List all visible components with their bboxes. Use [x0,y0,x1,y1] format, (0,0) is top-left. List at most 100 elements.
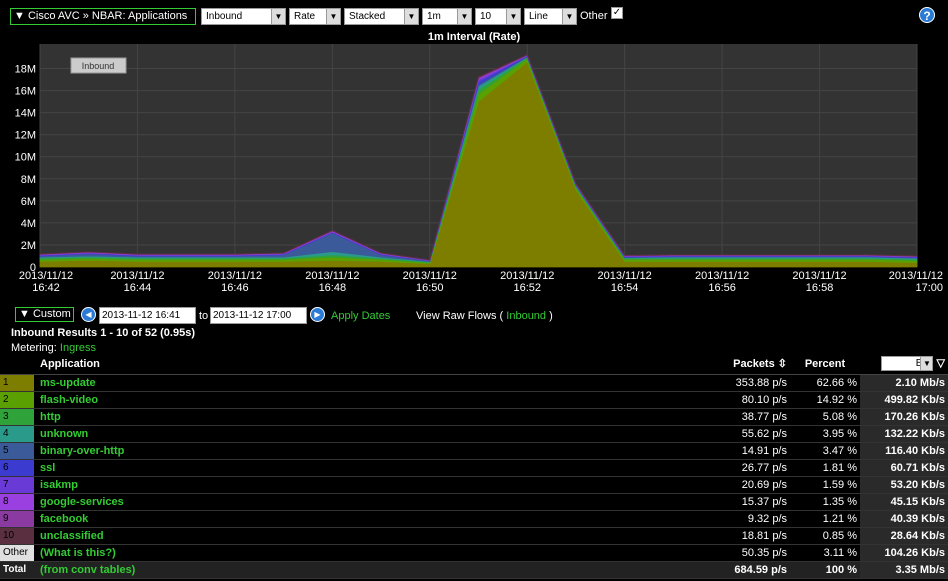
results-table: Application Packets ⇳ Percent Bits▼ ▽ 1m… [0,354,948,579]
y-tick-label: 14M [15,108,36,120]
percent-cell: 1.59 % [790,476,860,494]
y-tick-label: 16M [15,86,36,98]
x-tick-date: 2013/11/12 [305,270,359,282]
application-link[interactable]: google-services [34,493,695,511]
traffic-chart: 02M4M6M8M10M12M14M16M18M2013/11/1216:422… [15,44,943,294]
metering-value: Ingress [59,342,96,354]
top-n-select[interactable]: 10 ▼ [475,8,521,25]
percent-cell: 14.92 % [790,391,860,409]
application-header[interactable]: Application [34,354,695,375]
application-link[interactable]: binary-over-http [34,442,695,460]
unit-select[interactable]: Bits▼ [881,356,934,372]
y-tick-label: 10M [15,152,36,164]
x-tick-time: 16:44 [124,282,152,294]
percent-header[interactable]: Percent [790,354,860,375]
interval-value: 1m [427,11,441,22]
table-row[interactable]: 2 flash-video 80.10 p/s 14.92 % 499.82 Kb/s [0,391,948,409]
table-row[interactable]: 4 unknown 55.62 p/s 3.95 % 132.22 Kb/s [0,425,948,443]
direction-select[interactable]: Inbound ▼ [201,8,286,25]
application-link[interactable]: ms-update [34,374,695,392]
next-arrow-icon[interactable]: ▶ [310,307,325,322]
bits-cell: 40.39 Kb/s [860,510,948,528]
y-tick-label: 12M [15,130,36,142]
table-row[interactable]: 6 ssl 26.77 p/s 1.81 % 60.71 Kb/s [0,459,948,477]
application-link[interactable]: facebook [34,510,695,528]
chevron-down-icon: ▼ [506,9,520,24]
bits-cell: 45.15 Kb/s [860,493,948,511]
metering-label: Metering: [11,342,57,354]
packets-cell: 26.77 p/s [695,459,790,477]
measure-select[interactable]: Rate ▼ [289,8,341,25]
interval-select[interactable]: 1m ▼ [422,8,472,25]
table-row[interactable]: 1 ms-update 353.88 p/s 62.66 % 2.10 Mb/s [0,374,948,392]
application-link[interactable]: (What is this?) [34,544,695,562]
row-color-swatch: 10 [0,527,34,545]
row-color-swatch: 2 [0,391,34,409]
chevron-down-icon: ▼ [920,357,933,371]
y-tick-label: 4M [21,218,36,230]
percent-cell: 1.21 % [790,510,860,528]
measure-value: Rate [294,11,316,22]
packets-cell: 9.32 p/s [695,510,790,528]
packets-header[interactable]: Packets ⇳ [695,354,790,375]
x-tick-time: 17:00 [915,282,943,294]
color-col-header [0,354,34,375]
other-label: Other [580,10,608,22]
x-tick-time: 16:58 [806,282,834,294]
total-row: Total (from conv tables) 684.59 p/s 100 % 3.… [0,561,948,579]
help-icon[interactable]: ? [919,7,935,23]
report-type-dropdown[interactable]: ▼ Cisco AVC » NBAR: Applications [10,8,196,25]
percent-cell: 5.08 % [790,408,860,426]
other-checkbox[interactable]: ✓ [611,7,623,19]
application-link[interactable]: ssl [34,459,695,477]
chart-type-select[interactable]: Line ▼ [524,8,577,25]
packets-cell: 20.69 p/s [695,476,790,494]
raw-flows-link[interactable]: Inbound [506,310,546,322]
application-link[interactable]: unclassified [34,527,695,545]
row-color-swatch: 5 [0,442,34,460]
apply-dates-link[interactable]: Apply Dates [331,310,390,322]
table-row[interactable]: 8 google-services 15.37 p/s 1.35 % 45.15 Kb/… [0,493,948,511]
x-tick-time: 16:48 [319,282,347,294]
table-row[interactable]: 7 isakmp 20.69 p/s 1.59 % 53.20 Kb/s [0,476,948,494]
packets-cell: 353.88 p/s [695,374,790,392]
view-raw-flows: View Raw Flows ( Inbound ) [416,310,553,322]
x-tick-time: 16:56 [708,282,736,294]
table-row[interactable]: 9 facebook 9.32 p/s 1.21 % 40.39 Kb/s [0,510,948,528]
packets-cell: 15.37 p/s [695,493,790,511]
table-header: Application Packets ⇳ Percent Bits▼ ▽ [0,354,948,375]
x-tick-time: 16:42 [32,282,60,294]
chevron-down-icon: ▼ [326,9,340,24]
mode-select[interactable]: Stacked ▼ [344,8,419,25]
custom-range-dropdown[interactable]: ▼ Custom [15,307,74,322]
x-tick-date: 2013/11/12 [889,270,943,282]
application-link[interactable]: isakmp [34,476,695,494]
application-link[interactable]: http [34,408,695,426]
x-tick-time: 16:52 [513,282,541,294]
row-color-swatch: 8 [0,493,34,511]
application-link[interactable]: flash-video [34,391,695,409]
table-row[interactable]: 5 binary-over-http 14.91 p/s 3.47 % 116.40 K… [0,442,948,460]
start-date-input[interactable]: 2013-11-12 16:41 [99,307,196,324]
chevron-down-icon: ▼ [271,9,285,24]
bits-cell: 499.82 Kb/s [860,391,948,409]
x-tick-date: 2013/11/12 [19,270,73,282]
column-menu-icon[interactable]: ▽ [937,358,945,370]
raw-flows-prefix: View Raw Flows ( [416,310,504,322]
sort-icon[interactable]: ⇳ [778,358,787,370]
row-color-swatch: 9 [0,510,34,528]
to-label: to [199,310,209,322]
top-n-value: 10 [480,11,492,22]
x-tick-date: 2013/11/12 [110,270,164,282]
row-color-swatch: 6 [0,459,34,477]
chevron-down-icon: ▼ [562,9,576,24]
table-row[interactable]: 10 unclassified 18.81 p/s 0.85 % 28.64 Kb/s [0,527,948,545]
application-link[interactable]: unknown [34,425,695,443]
prev-arrow-icon[interactable]: ◀ [81,307,96,322]
results-summary: Inbound Results 1 - 10 of 52 (0.95s) [11,327,195,339]
end-date-input[interactable]: 2013-11-12 17:00 [210,307,307,324]
table-row[interactable]: Other (What is this?) 50.35 p/s 3.11 % 104.2… [0,544,948,562]
x-tick-time: 16:46 [221,282,249,294]
bits-cell: 53.20 Kb/s [860,476,948,494]
table-row[interactable]: 3 http 38.77 p/s 5.08 % 170.26 Kb/s [0,408,948,426]
